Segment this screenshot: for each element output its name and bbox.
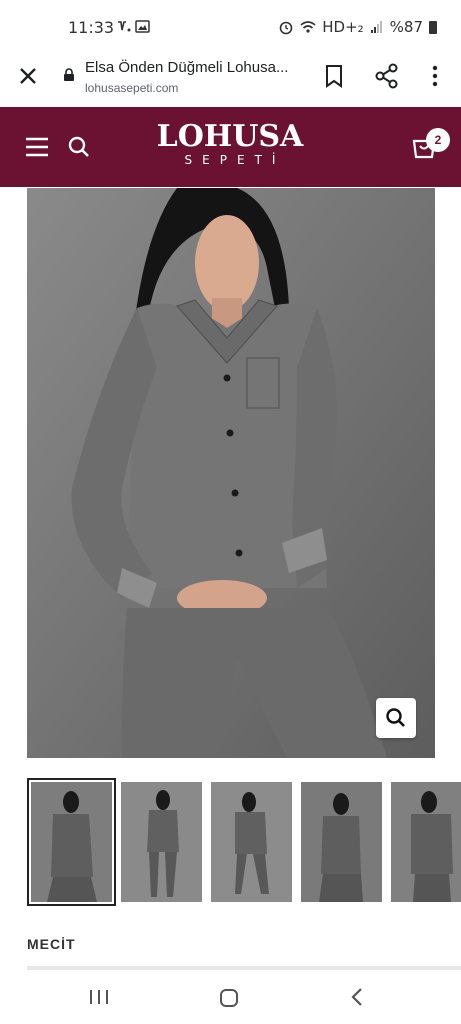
bookmark-icon	[326, 65, 342, 88]
menu-button[interactable]	[24, 134, 50, 160]
search-button[interactable]	[66, 134, 92, 160]
thumbnail-1[interactable]	[27, 778, 116, 906]
product-thumbnails	[27, 778, 461, 906]
system-nav-bar	[0, 970, 461, 1024]
thumbnail-4[interactable]	[301, 782, 382, 902]
site-logo[interactable]: LOHUSA SEPETİ	[150, 119, 310, 168]
battery-icon	[429, 20, 437, 34]
zoom-button[interactable]	[376, 698, 416, 738]
notification-icons	[116, 18, 152, 38]
share-button[interactable]	[373, 62, 401, 90]
back-button[interactable]	[349, 987, 365, 1007]
status-time: 11:33	[68, 18, 115, 37]
battery-percent: %87	[389, 18, 423, 36]
signal-icon	[370, 21, 382, 33]
network-type: HD+₂	[322, 18, 364, 36]
home-button[interactable]	[219, 988, 239, 1008]
wifi-icon	[300, 21, 316, 33]
search-icon	[68, 136, 89, 157]
status-bar: 11:33 HD+₂ %87	[0, 0, 461, 54]
thumbnail-5[interactable]	[391, 782, 461, 902]
product-brand[interactable]: MECİT	[27, 936, 76, 952]
product-photo	[27, 188, 435, 758]
home-icon	[220, 989, 238, 1007]
recent-apps-icon	[90, 990, 108, 1004]
notification-icon	[118, 20, 150, 33]
close-icon	[20, 68, 36, 84]
thumbnail-image	[121, 782, 202, 902]
thumbnail-image	[391, 782, 461, 902]
back-icon	[351, 988, 362, 1006]
zoom-icon	[386, 708, 405, 727]
cart-count-badge: 2	[426, 128, 450, 152]
page-url[interactable]: lohusasepeti.com	[85, 81, 178, 95]
lock-icon	[64, 68, 74, 81]
more-options-button[interactable]	[421, 62, 449, 90]
alarm-icon	[279, 21, 293, 35]
product-main-image[interactable]	[27, 188, 435, 758]
close-button[interactable]	[14, 62, 42, 90]
logo-main-text: LOHUSA	[156, 119, 304, 154]
page-title[interactable]: Elsa Önden Düğmeli Lohusa...	[85, 59, 305, 76]
bookmark-button[interactable]	[320, 62, 348, 90]
menu-icon	[26, 137, 48, 157]
browser-toolbar: Elsa Önden Düğmeli Lohusa... lohusasepet…	[0, 54, 461, 106]
recent-apps-button[interactable]	[88, 988, 110, 1006]
thumbnail-2[interactable]	[121, 782, 202, 902]
thumbnail-image	[301, 782, 382, 902]
share-icon	[375, 63, 398, 89]
site-header: LOHUSA SEPETİ	[0, 107, 461, 187]
thumbnail-image	[31, 782, 112, 902]
more-icon	[432, 65, 438, 87]
thumbnail-3[interactable]	[211, 782, 292, 902]
status-right: HD+₂ %87	[278, 18, 437, 36]
thumbnail-image	[211, 782, 292, 902]
logo-sub-text: SEPETİ	[184, 153, 286, 167]
